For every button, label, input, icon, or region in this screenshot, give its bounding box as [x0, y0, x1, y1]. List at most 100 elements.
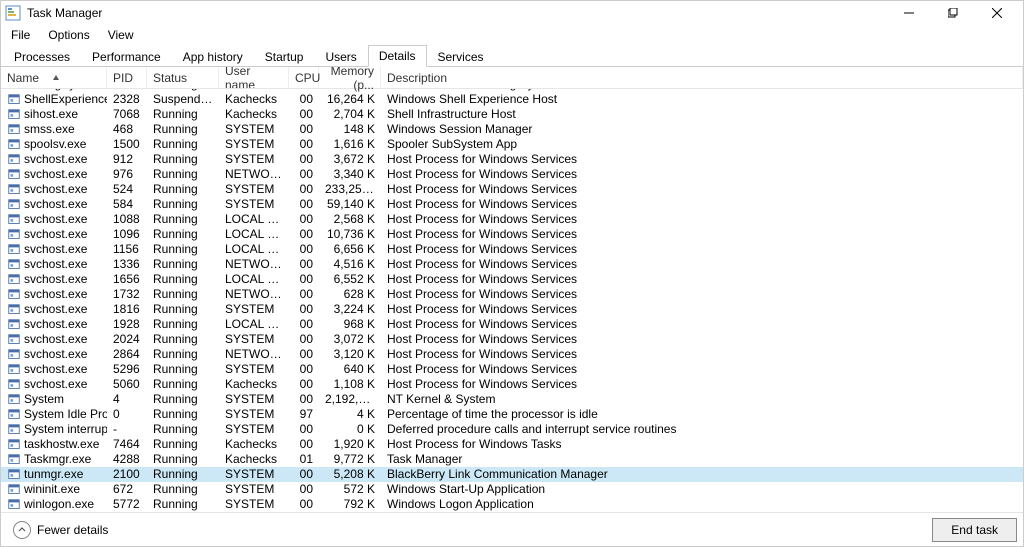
end-task-button[interactable]: End task — [932, 518, 1017, 542]
process-grid[interactable]: services.exe764RunningSYSTEM002,132 KSer… — [1, 89, 1023, 512]
col-description[interactable]: Description — [381, 67, 1023, 88]
proc-status: Running — [147, 272, 219, 287]
table-row[interactable]: ShellExperienceHost....2328SuspendedKach… — [1, 92, 1023, 107]
proc-memory: 792 K — [319, 497, 381, 512]
table-row[interactable]: svchost.exe1732RunningNETWORK...00628 KH… — [1, 287, 1023, 302]
tab-processes[interactable]: Processes — [3, 46, 81, 67]
proc-pid: 1088 — [107, 212, 147, 227]
proc-user: NETWORK... — [219, 347, 289, 362]
proc-pid: 5772 — [107, 497, 147, 512]
table-row[interactable]: taskhostw.exe7464RunningKachecks001,920 … — [1, 437, 1023, 452]
proc-name: Taskmgr.exe — [24, 452, 91, 467]
proc-name: svchost.exe — [24, 257, 87, 272]
proc-pid: 2100 — [107, 467, 147, 482]
proc-description: Deferred procedure calls and interrupt s… — [381, 422, 1023, 437]
proc-user: LOCAL SE... — [219, 272, 289, 287]
proc-status: Running — [147, 107, 219, 122]
proc-memory: 4,516 K — [319, 257, 381, 272]
table-row[interactable]: tunmgr.exe2100RunningSYSTEM005,208 KBlac… — [1, 467, 1023, 482]
proc-status: Running — [147, 242, 219, 257]
minimize-button[interactable] — [887, 1, 931, 25]
proc-status: Running — [147, 137, 219, 152]
proc-name: spoolsv.exe — [24, 137, 86, 152]
proc-name: svchost.exe — [24, 317, 87, 332]
proc-cpu: 01 — [289, 452, 319, 467]
table-row[interactable]: svchost.exe2024RunningSYSTEM003,072 KHos… — [1, 332, 1023, 347]
table-row[interactable]: svchost.exe5296RunningSYSTEM00640 KHost … — [1, 362, 1023, 377]
table-row[interactable]: svchost.exe584RunningSYSTEM0059,140 KHos… — [1, 197, 1023, 212]
table-row[interactable]: svchost.exe1656RunningLOCAL SE...006,552… — [1, 272, 1023, 287]
proc-name: svchost.exe — [24, 377, 87, 392]
maximize-button[interactable] — [931, 1, 975, 25]
proc-pid: 1156 — [107, 242, 147, 257]
process-icon — [7, 273, 21, 287]
table-row[interactable]: System4RunningSYSTEM002,192,224 KNT Kern… — [1, 392, 1023, 407]
proc-pid: 912 — [107, 152, 147, 167]
table-row[interactable]: svchost.exe5060RunningKachecks001,108 KH… — [1, 377, 1023, 392]
tab-details[interactable]: Details — [368, 45, 427, 67]
proc-memory: 2,704 K — [319, 107, 381, 122]
table-row[interactable]: svchost.exe976RunningNETWORK...003,340 K… — [1, 167, 1023, 182]
proc-status: Running — [147, 437, 219, 452]
table-row[interactable]: smss.exe468RunningSYSTEM00148 KWindows S… — [1, 122, 1023, 137]
table-row[interactable]: Taskmgr.exe4288RunningKachecks019,772 KT… — [1, 452, 1023, 467]
proc-cpu: 00 — [289, 287, 319, 302]
proc-status: Running — [147, 407, 219, 422]
table-row[interactable]: wininit.exe672RunningSYSTEM00572 KWindow… — [1, 482, 1023, 497]
menu-view[interactable]: View — [100, 26, 142, 44]
proc-cpu: 00 — [289, 347, 319, 362]
proc-pid: 7464 — [107, 437, 147, 452]
fewer-details-button[interactable]: Fewer details — [7, 517, 114, 543]
table-row[interactable]: winlogon.exe5772RunningSYSTEM00792 KWind… — [1, 497, 1023, 512]
process-icon — [7, 183, 21, 197]
titlebar[interactable]: Task Manager — [1, 1, 1023, 25]
menu-options[interactable]: Options — [40, 26, 97, 44]
proc-description: Host Process for Windows Services — [381, 287, 1023, 302]
table-row[interactable]: svchost.exe2864RunningNETWORK...003,120 … — [1, 347, 1023, 362]
proc-pid: 1096 — [107, 227, 147, 242]
proc-name: System interrupts — [24, 422, 107, 437]
table-row[interactable]: System Idle Process0RunningSYSTEM974 KPe… — [1, 407, 1023, 422]
proc-user: SYSTEM — [219, 122, 289, 137]
table-row[interactable]: svchost.exe912RunningSYSTEM003,672 KHost… — [1, 152, 1023, 167]
table-row[interactable]: svchost.exe524RunningSYSTEM00233,252 KHo… — [1, 182, 1023, 197]
proc-user: SYSTEM — [219, 482, 289, 497]
proc-pid: 2864 — [107, 347, 147, 362]
table-row[interactable]: sihost.exe7068RunningKachecks002,704 KSh… — [1, 107, 1023, 122]
col-memory[interactable]: Memory (p... — [319, 67, 381, 88]
proc-user: SYSTEM — [219, 302, 289, 317]
proc-name: taskhostw.exe — [24, 437, 99, 452]
col-pid[interactable]: PID — [107, 67, 147, 88]
col-cpu[interactable]: CPU — [289, 67, 319, 88]
menu-file[interactable]: File — [3, 26, 38, 44]
proc-description: NT Kernel & System — [381, 392, 1023, 407]
close-button[interactable] — [975, 1, 1019, 25]
table-row[interactable]: svchost.exe1336RunningNETWORK...004,516 … — [1, 257, 1023, 272]
col-name[interactable]: Name — [1, 67, 107, 88]
table-row[interactable]: svchost.exe1156RunningLOCAL SE...006,656… — [1, 242, 1023, 257]
tab-startup[interactable]: Startup — [254, 46, 315, 67]
proc-description: Host Process for Windows Services — [381, 332, 1023, 347]
proc-description: Host Process for Windows Services — [381, 152, 1023, 167]
table-row[interactable]: svchost.exe1928RunningLOCAL SE...00968 K… — [1, 317, 1023, 332]
tab-apphistory[interactable]: App history — [172, 46, 254, 67]
proc-description: Percentage of time the processor is idle — [381, 407, 1023, 422]
col-user[interactable]: User name — [219, 67, 289, 88]
process-icon — [7, 93, 21, 107]
tab-users[interactable]: Users — [314, 46, 367, 67]
tab-services[interactable]: Services — [427, 46, 495, 67]
table-row[interactable]: spoolsv.exe1500RunningSYSTEM001,616 KSpo… — [1, 137, 1023, 152]
proc-memory: 16,264 K — [319, 92, 381, 107]
proc-status: Running — [147, 317, 219, 332]
proc-cpu: 00 — [289, 242, 319, 257]
proc-name: svchost.exe — [24, 212, 87, 227]
proc-pid: 5296 — [107, 362, 147, 377]
col-status[interactable]: Status — [147, 67, 219, 88]
table-row[interactable]: System interrupts-RunningSYSTEM000 KDefe… — [1, 422, 1023, 437]
tab-performance[interactable]: Performance — [81, 46, 172, 67]
table-row[interactable]: svchost.exe1816RunningSYSTEM003,224 KHos… — [1, 302, 1023, 317]
table-row[interactable]: svchost.exe1088RunningLOCAL SE...002,568… — [1, 212, 1023, 227]
proc-cpu: 00 — [289, 377, 319, 392]
footer: Fewer details End task — [1, 512, 1023, 546]
table-row[interactable]: svchost.exe1096RunningLOCAL SE...0010,73… — [1, 227, 1023, 242]
